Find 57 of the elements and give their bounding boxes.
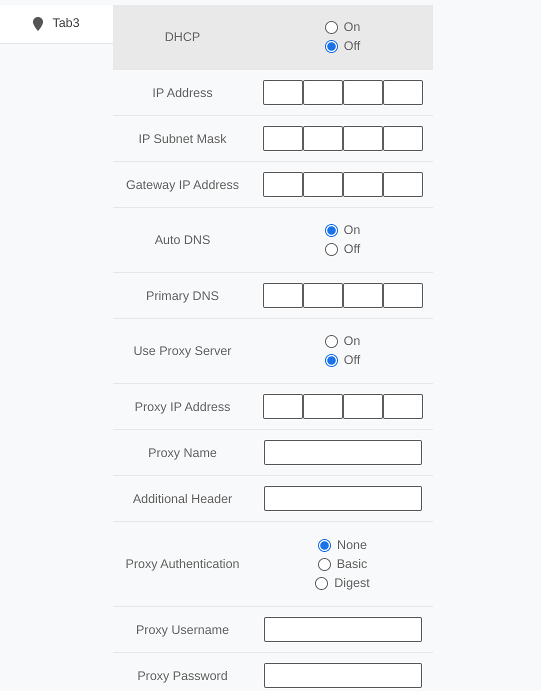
radio-label: Off <box>344 352 360 369</box>
ip-octet-field[interactable] <box>342 394 382 419</box>
text-field[interactable] <box>264 440 422 465</box>
radio-label: Basic <box>336 556 368 572</box>
field-label: Primary DNS <box>146 288 219 302</box>
radio-button[interactable] <box>324 335 338 348</box>
ip-octet-field[interactable] <box>302 283 342 308</box>
ip-octet-field[interactable] <box>262 283 302 308</box>
ip-octet-field[interactable] <box>302 80 342 105</box>
ip-octet-field[interactable] <box>382 283 422 308</box>
radio-label: On <box>344 222 360 239</box>
text-field[interactable] <box>264 617 422 642</box>
field-label: Proxy Authentication <box>126 557 240 571</box>
field-label: Use Proxy Server <box>134 344 232 358</box>
ip-octet-field[interactable] <box>382 394 422 419</box>
ip-octet-field[interactable] <box>262 126 302 151</box>
radio-label: None <box>337 536 367 554</box>
ip-octet-field[interactable] <box>262 80 302 105</box>
field-label: DHCP <box>164 30 200 44</box>
field-label: Gateway IP Address <box>126 178 240 192</box>
text-field[interactable] <box>264 663 422 688</box>
radio-button[interactable] <box>324 354 338 367</box>
field-label: Auto DNS <box>154 233 210 247</box>
ip-octet-field[interactable] <box>302 126 342 151</box>
ip-octet-field[interactable] <box>342 172 382 197</box>
ip-octet-field[interactable] <box>382 126 422 151</box>
radio-label: On <box>344 19 360 36</box>
radio-label: Off <box>344 38 360 55</box>
ip-octet-field[interactable] <box>302 394 342 419</box>
sidebar-tab[interactable]: Tab3 <box>0 5 113 44</box>
radio-button[interactable] <box>324 21 338 34</box>
ip-octet-field[interactable] <box>262 394 302 419</box>
location-pin-icon <box>33 17 44 31</box>
ip-octet-field[interactable] <box>302 172 342 197</box>
ip-octet-field[interactable] <box>342 80 382 105</box>
ip-octet-field[interactable] <box>342 283 382 308</box>
radio-button[interactable] <box>324 243 338 256</box>
radio-button[interactable] <box>318 538 332 552</box>
ip-octet-field[interactable] <box>382 80 422 105</box>
ip-octet-field[interactable] <box>382 172 422 197</box>
field-label: IP Address <box>152 86 213 100</box>
radio-label: Off <box>344 241 360 258</box>
radio-button[interactable] <box>318 558 331 570</box>
field-label: Additional Header <box>132 492 232 506</box>
field-label: Proxy IP Address <box>134 400 230 414</box>
radio-label: On <box>344 333 360 350</box>
radio-button[interactable] <box>324 224 338 237</box>
ip-octet-field[interactable] <box>262 172 302 197</box>
field-label: Proxy Username <box>136 622 230 636</box>
field-label: Proxy Name <box>148 446 217 460</box>
field-label: IP Subnet Mask <box>138 132 226 146</box>
radio-button[interactable] <box>324 40 338 53</box>
text-field[interactable] <box>264 486 422 511</box>
radio-label: Digest <box>334 574 370 592</box>
ip-octet-field[interactable] <box>342 126 382 151</box>
radio-button[interactable] <box>315 576 328 590</box>
field-label: Proxy Password <box>137 668 228 682</box>
